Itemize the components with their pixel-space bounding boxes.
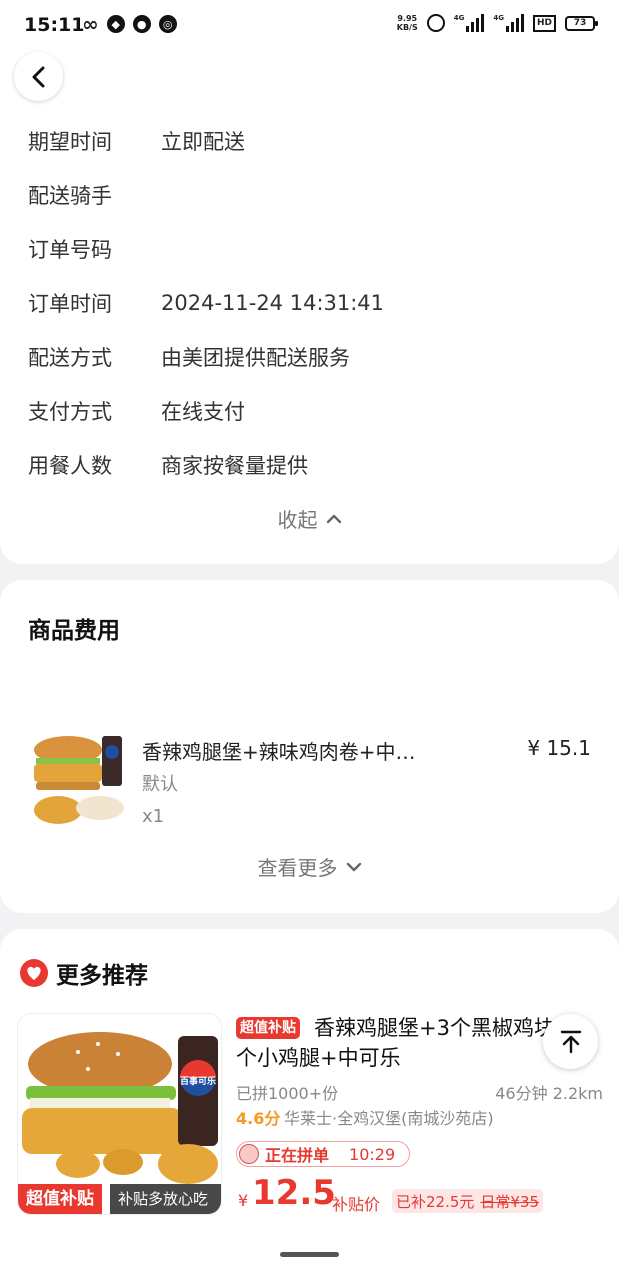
- recommend-card: 更多推荐 百事可乐 超值补贴 补贴多放心吃 香辣鸡腿堡+3个黑椒鸡块+1个小鸡腿…: [0, 929, 619, 1279]
- group-buy-countdown: 10:29: [349, 1144, 396, 1164]
- info-value: 立即配送: [161, 130, 245, 154]
- recommend-header: 更多推荐: [20, 956, 148, 990]
- recommend-title: 更多推荐: [56, 963, 148, 989]
- signal-icon-1: 4G: [454, 14, 485, 32]
- hd-icon: HD: [532, 14, 556, 32]
- info-value: 2024-11-24 14:31:41: [161, 291, 385, 315]
- subsidy-amount: 已补22.5元: [396, 1192, 475, 1211]
- collapse-button[interactable]: 收起: [0, 504, 619, 533]
- infinity-icon: ∞: [82, 12, 99, 36]
- back-to-top-button[interactable]: [543, 1014, 598, 1069]
- info-label: 订单时间: [28, 292, 112, 316]
- chevron-up-icon: [326, 514, 341, 523]
- battery-icon: 73: [565, 15, 598, 31]
- goods-item-spec: 默认: [142, 774, 178, 795]
- info-row-order-time: 订单时间 2024-11-24 14:31:41: [28, 288, 384, 318]
- recommend-image[interactable]: 百事可乐 超值补贴 补贴多放心吃: [17, 1013, 222, 1215]
- goods-thumbnail[interactable]: [28, 732, 126, 830]
- info-label: 订单号码: [28, 238, 112, 262]
- info-row-order-number: 订单号码: [28, 234, 161, 264]
- info-label: 支付方式: [28, 400, 112, 424]
- arrow-up-icon: [560, 1030, 581, 1053]
- info-label: 配送骑手: [28, 184, 112, 208]
- chevron-down-icon: [346, 862, 361, 871]
- goods-item-price: ¥ 15.1: [527, 736, 591, 760]
- recommend-sold: 已拼1000+份: [236, 1084, 339, 1103]
- recommend-eta-distance: 46分钟 2.2km: [495, 1084, 603, 1103]
- recommend-shop: 华莱士·全鸡汉堡(南城沙苑店): [284, 1109, 494, 1128]
- info-row-expected-time: 期望时间 立即配送: [28, 126, 245, 156]
- price-note: 补贴价: [332, 1195, 381, 1214]
- info-label: 期望时间: [28, 130, 112, 154]
- info-value: 由美团提供配送服务: [161, 346, 350, 370]
- price-currency: ¥: [238, 1191, 249, 1210]
- info-label: 配送方式: [28, 346, 112, 370]
- alarm-icon: [426, 14, 445, 32]
- goods-card: 商品费用 香辣鸡腿堡+辣味鸡肉卷+中… ¥ 15.1 默认 x1 查看更多: [0, 580, 619, 913]
- goods-title: 商品费用: [28, 618, 120, 644]
- see-more-label: 查看更多: [257, 856, 338, 880]
- original-price: 日常¥35: [480, 1192, 540, 1211]
- info-row-rider: 配送骑手: [28, 180, 161, 210]
- cola-label: 百事可乐: [180, 1075, 216, 1087]
- signal-icon-2: 4G: [493, 14, 524, 32]
- recommend-tag: 超值补贴: [236, 1017, 300, 1039]
- recommend-price: 12.5: [252, 1173, 336, 1213]
- subsidy-badge: 已补22.5元 日常¥35: [392, 1189, 544, 1213]
- chevron-left-icon: [32, 66, 44, 87]
- info-row-payment-method: 支付方式 在线支付: [28, 396, 245, 426]
- avatar: [239, 1144, 259, 1164]
- back-button[interactable]: [14, 52, 63, 101]
- status-time: 15:11: [24, 14, 85, 36]
- info-label: 用餐人数: [28, 454, 112, 478]
- app-notification-icon: ◆: [106, 15, 125, 33]
- image-badge-subsidy: 超值补贴: [18, 1184, 102, 1214]
- order-info-card: 期望时间 立即配送 配送骑手 订单号码 订单时间 2024-11-24 14:3…: [0, 52, 619, 564]
- info-row-diners: 用餐人数 商家按餐量提供: [28, 450, 308, 480]
- group-buy-badge: 正在拼单 10:29: [236, 1141, 411, 1167]
- info-value: 在线支付: [161, 400, 245, 424]
- collapse-label: 收起: [277, 508, 318, 532]
- goods-item-name: 香辣鸡腿堡+辣味鸡肉卷+中…: [142, 740, 416, 764]
- group-buy-label: 正在拼单: [265, 1146, 330, 1165]
- recommend-score: 4.6分: [236, 1109, 281, 1128]
- status-system-icons: 9.95 KB/S 4G 4G HD 73: [396, 14, 598, 32]
- status-bar: 15:11 ∞ ◆ ● ◎ 9.95 KB/S 4G 4G HD 73: [0, 0, 619, 52]
- info-row-delivery-method: 配送方式 由美团提供配送服务: [28, 342, 350, 372]
- chat-notification-icon: ●: [132, 15, 151, 33]
- net-speed: 9.95 KB/S: [396, 14, 418, 32]
- goods-item-qty: x1: [142, 806, 165, 827]
- hotspot-icon: ◎: [158, 15, 177, 33]
- home-indicator[interactable]: [280, 1252, 339, 1257]
- info-value: 商家按餐量提供: [161, 454, 308, 478]
- image-badge-note: 补贴多放心吃: [110, 1184, 221, 1214]
- heart-icon: [20, 959, 48, 987]
- status-notification-icons: ∞ ◆ ● ◎: [82, 12, 177, 36]
- see-more-button[interactable]: 查看更多: [0, 852, 619, 881]
